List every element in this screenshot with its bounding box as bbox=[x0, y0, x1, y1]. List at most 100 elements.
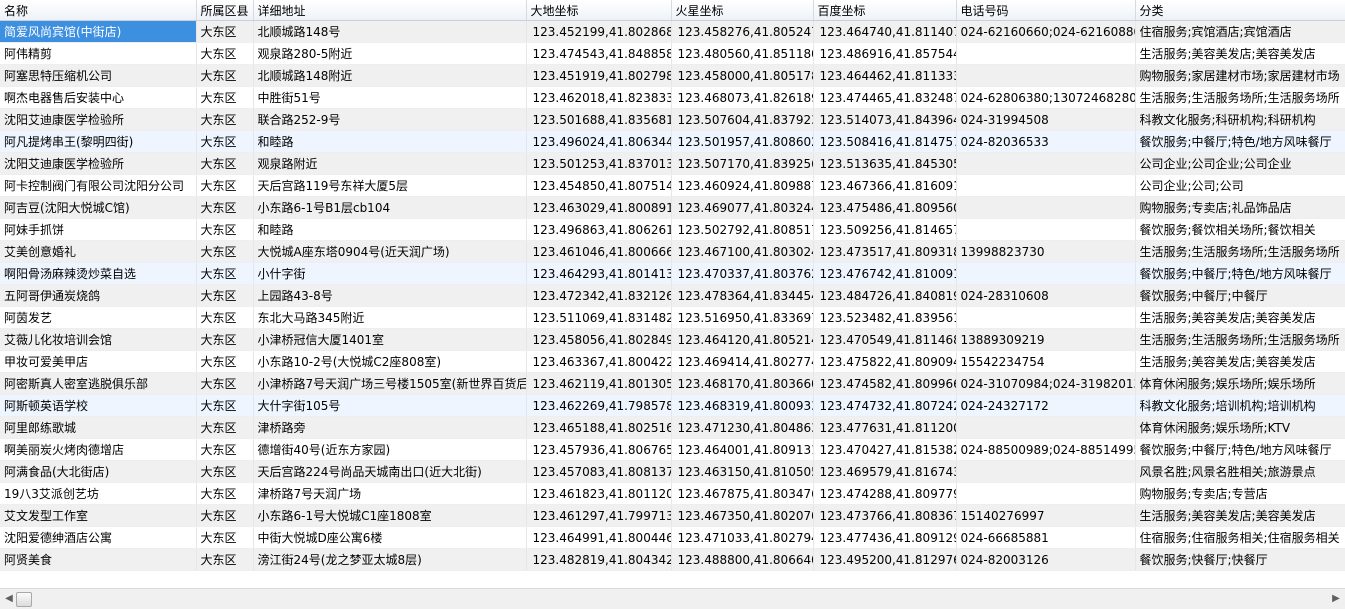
cell-mars-coords[interactable]: 123.467875,41.803476 bbox=[671, 482, 814, 505]
cell-phone[interactable] bbox=[956, 482, 1136, 505]
cell-baidu-coords[interactable]: 123.509256,41.814657 bbox=[813, 218, 957, 241]
cell-mars-coords[interactable]: 123.467100,41.803024 bbox=[671, 240, 814, 263]
cell-address[interactable]: 北顺城路148号 bbox=[253, 20, 527, 43]
cell-geodetic-coords[interactable]: 123.457083,41.808137 bbox=[526, 460, 672, 483]
cell-mars-coords[interactable]: 123.468170,41.803660 bbox=[671, 372, 814, 395]
cell-name[interactable]: 阿茵发艺 bbox=[0, 306, 197, 329]
column-header-address[interactable]: 详细地址 bbox=[253, 0, 527, 21]
cell-geodetic-coords[interactable]: 123.465188,41.802516 bbox=[526, 416, 672, 439]
cell-baidu-coords[interactable]: 123.523482,41.839561 bbox=[813, 306, 957, 329]
column-header-category[interactable]: 分类 bbox=[1135, 0, 1345, 21]
cell-mars-coords[interactable]: 123.471230,41.804863 bbox=[671, 416, 814, 439]
cell-address[interactable]: 小津桥路7号天润广场三号楼1505室(新世界百货后 bbox=[253, 372, 527, 395]
cell-geodetic-coords[interactable]: 123.461046,41.800666 bbox=[526, 240, 672, 263]
cell-name[interactable]: 沈阳艾迪康医学检验所 bbox=[0, 108, 197, 131]
cell-district[interactable]: 大东区 bbox=[196, 306, 254, 329]
cell-category[interactable]: 购物服务;专卖店;专营店 bbox=[1135, 482, 1345, 505]
cell-geodetic-coords[interactable]: 123.462119,41.801305 bbox=[526, 372, 672, 395]
cell-phone[interactable]: 13998823730 bbox=[956, 240, 1136, 263]
cell-mars-coords[interactable]: 123.470337,41.803762 bbox=[671, 262, 814, 285]
column-header-geodetic-coords[interactable]: 大地坐标 bbox=[526, 0, 672, 21]
cell-category[interactable]: 生活服务;生活服务场所;生活服务场所 bbox=[1135, 328, 1345, 351]
cell-phone[interactable] bbox=[956, 218, 1136, 241]
cell-geodetic-coords[interactable]: 123.463029,41.800891 bbox=[526, 196, 672, 219]
cell-category[interactable]: 餐饮服务;中餐厅;特色/地方风味餐厅 bbox=[1135, 262, 1345, 285]
cell-baidu-coords[interactable]: 123.470427,41.815382 bbox=[813, 438, 957, 461]
cell-geodetic-coords[interactable]: 123.501688,41.835681 bbox=[526, 108, 672, 131]
cell-geodetic-coords[interactable]: 123.474543,41.848858 bbox=[526, 42, 672, 65]
cell-district[interactable]: 大东区 bbox=[196, 526, 254, 549]
cell-category[interactable]: 科教文化服务;培训机构;培训机构 bbox=[1135, 394, 1345, 417]
cell-district[interactable]: 大东区 bbox=[196, 482, 254, 505]
cell-mars-coords[interactable]: 123.480560,41.851180 bbox=[671, 42, 814, 65]
cell-district[interactable]: 大东区 bbox=[196, 416, 254, 439]
cell-name[interactable]: 阿里郎练歌城 bbox=[0, 416, 197, 439]
cell-phone[interactable] bbox=[956, 152, 1136, 175]
cell-address[interactable]: 天后宫路224号尚品天城南出口(近大北街) bbox=[253, 460, 527, 483]
cell-category[interactable]: 生活服务;生活服务场所;生活服务场所 bbox=[1135, 86, 1345, 109]
horizontal-scrollbar[interactable]: ◀ ▶ bbox=[0, 588, 1345, 609]
cell-name[interactable]: 阿贤美食 bbox=[0, 548, 197, 571]
cell-name[interactable]: 阿密斯真人密室逃脱俱乐部 bbox=[0, 372, 197, 395]
cell-geodetic-coords[interactable]: 123.461297,41.799713 bbox=[526, 504, 672, 527]
cell-baidu-coords[interactable]: 123.474288,41.809779 bbox=[813, 482, 957, 505]
cell-baidu-coords[interactable]: 123.467366,41.816091 bbox=[813, 174, 957, 197]
cell-category[interactable]: 公司企业;公司企业;公司企业 bbox=[1135, 152, 1345, 175]
cell-district[interactable]: 大东区 bbox=[196, 218, 254, 241]
table-row[interactable]: 啊阳骨汤麻辣烫炒菜自选 大东区 小什字街 123.464293,41.801413 12… bbox=[0, 262, 1345, 285]
cell-district[interactable]: 大东区 bbox=[196, 86, 254, 109]
cell-district[interactable]: 大东区 bbox=[196, 262, 254, 285]
cell-district[interactable]: 大东区 bbox=[196, 394, 254, 417]
cell-phone[interactable]: 024-24327172 bbox=[956, 394, 1136, 417]
table-row[interactable]: 啊杰电器售后安装中心 大东区 中胜街51号 123.462018,41.823833 1… bbox=[0, 86, 1345, 109]
column-header-district[interactable]: 所属区县 bbox=[196, 0, 254, 21]
column-header-baidu-coords[interactable]: 百度坐标 bbox=[813, 0, 957, 21]
cell-baidu-coords[interactable]: 123.477631,41.811200 bbox=[813, 416, 957, 439]
cell-baidu-coords[interactable]: 123.464740,41.811407 bbox=[813, 20, 957, 43]
table-row[interactable]: 沈阳艾迪康医学检验所 大东区 联合路252-9号 123.501688,41.8356… bbox=[0, 108, 1345, 131]
cell-district[interactable]: 大东区 bbox=[196, 240, 254, 263]
cell-address[interactable]: 津桥路旁 bbox=[253, 416, 527, 439]
cell-address[interactable]: 大悦城A座东塔0904号(近天润广场) bbox=[253, 240, 527, 263]
cell-district[interactable]: 大东区 bbox=[196, 438, 254, 461]
cell-phone[interactable] bbox=[956, 416, 1136, 439]
cell-district[interactable]: 大东区 bbox=[196, 548, 254, 571]
cell-baidu-coords[interactable]: 123.473766,41.808367 bbox=[813, 504, 957, 527]
cell-baidu-coords[interactable]: 123.475822,41.809094 bbox=[813, 350, 957, 373]
cell-baidu-coords[interactable]: 123.495200,41.812976 bbox=[813, 548, 957, 571]
cell-category[interactable]: 购物服务;家居建材市场;家居建材市场 bbox=[1135, 64, 1345, 87]
table-row[interactable]: 艾薇儿化妆培训会馆 大东区 小津桥冠信大厦1401室 123.458056,41.80… bbox=[0, 328, 1345, 351]
cell-address[interactable]: 小津桥冠信大厦1401室 bbox=[253, 328, 527, 351]
table-row[interactable]: 阿茵发艺 大东区 东北大马路345附近 123.511069,41.831482 123… bbox=[0, 306, 1345, 329]
table-row[interactable]: 甲妆可爱美甲店 大东区 小东路10-2号(大悦城C2座808室) 123.463367… bbox=[0, 350, 1345, 373]
cell-geodetic-coords[interactable]: 123.458056,41.802849 bbox=[526, 328, 672, 351]
cell-geodetic-coords[interactable]: 123.463367,41.800422 bbox=[526, 350, 672, 373]
cell-address[interactable]: 中街大悦城D座公寓6楼 bbox=[253, 526, 527, 549]
triangle-right-icon[interactable]: ▶ bbox=[1329, 592, 1343, 606]
cell-name[interactable]: 艾薇儿化妆培训会馆 bbox=[0, 328, 197, 351]
table-row[interactable]: 艾文发型工作室 大东区 小东路6-1号大悦城C1座1808室 123.461297,4… bbox=[0, 504, 1345, 527]
cell-district[interactable]: 大东区 bbox=[196, 20, 254, 43]
cell-name[interactable]: 阿塞思特压缩机公司 bbox=[0, 64, 197, 87]
cell-category[interactable]: 生活服务;美容美发店;美容美发店 bbox=[1135, 42, 1345, 65]
table-row[interactable]: 阿伟精剪 大东区 观泉路280-5附近 123.474543,41.848858 123… bbox=[0, 42, 1345, 65]
cell-district[interactable]: 大东区 bbox=[196, 108, 254, 131]
cell-baidu-coords[interactable]: 123.474732,41.807242 bbox=[813, 394, 957, 417]
cell-mars-coords[interactable]: 123.507604,41.837923 bbox=[671, 108, 814, 131]
cell-geodetic-coords[interactable]: 123.464293,41.801413 bbox=[526, 262, 672, 285]
cell-category[interactable]: 生活服务;生活服务场所;生活服务场所 bbox=[1135, 240, 1345, 263]
cell-address[interactable]: 中胜街51号 bbox=[253, 86, 527, 109]
cell-address[interactable]: 和睦路 bbox=[253, 218, 527, 241]
cell-district[interactable]: 大东区 bbox=[196, 42, 254, 65]
cell-geodetic-coords[interactable]: 123.457936,41.806765 bbox=[526, 438, 672, 461]
cell-address[interactable]: 上园路43-8号 bbox=[253, 284, 527, 307]
table-row[interactable]: 简爱风尚宾馆(中街店) 大东区 北顺城路148号 123.452199,41.8028… bbox=[0, 20, 1345, 43]
cell-geodetic-coords[interactable]: 123.462269,41.798578 bbox=[526, 394, 672, 417]
table-row[interactable]: 沈阳爱德绅酒店公寓 大东区 中街大悦城D座公寓6楼 123.464991,41.800… bbox=[0, 526, 1345, 549]
cell-mars-coords[interactable]: 123.458000,41.805178 bbox=[671, 64, 814, 87]
cell-category[interactable]: 体育休闲服务;娱乐场所;娱乐场所 bbox=[1135, 372, 1345, 395]
cell-name[interactable]: 艾美创意婚礼 bbox=[0, 240, 197, 263]
table-row[interactable]: 阿妹手抓饼 大东区 和睦路 123.496863,41.806261 123.50279… bbox=[0, 218, 1345, 241]
cell-category[interactable]: 餐饮服务;中餐厅;中餐厅 bbox=[1135, 284, 1345, 307]
cell-district[interactable]: 大东区 bbox=[196, 460, 254, 483]
